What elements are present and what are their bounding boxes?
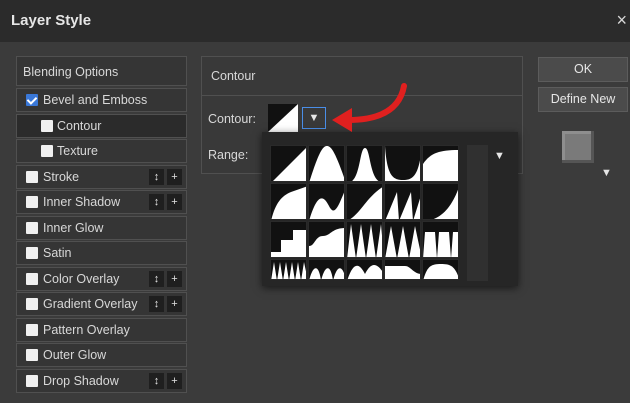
- group-title: Contour: [211, 69, 256, 83]
- picker-scrollbar[interactable]: [467, 145, 488, 281]
- style-item-satin[interactable]: Satin: [16, 241, 187, 265]
- style-checkbox[interactable]: [26, 298, 38, 310]
- contour-preset-notched[interactable]: [422, 221, 459, 258]
- title-bar: Layer Style ×: [0, 0, 630, 42]
- add-effect-button[interactable]: +: [167, 270, 182, 287]
- style-item-label: Blending Options: [23, 65, 119, 79]
- contour-preset-cone[interactable]: [308, 145, 345, 182]
- style-item-contour[interactable]: Contour: [16, 113, 187, 138]
- contour-swatch[interactable]: [268, 104, 298, 132]
- style-item-label: Pattern Overlay: [43, 322, 130, 337]
- add-effect-button[interactable]: +: [167, 372, 182, 389]
- style-item-label: Inner Glow: [43, 220, 104, 235]
- contour-preset-cove[interactable]: [422, 183, 459, 220]
- style-item-gradient-overlay[interactable]: Gradient Overlay ↕ +: [16, 292, 187, 316]
- contour-preset-wave[interactable]: [308, 183, 345, 220]
- add-effect-button[interactable]: +: [167, 296, 182, 312]
- reorder-icon[interactable]: ↕: [149, 296, 164, 312]
- reorder-icon[interactable]: ↕: [149, 270, 164, 287]
- style-preview-swatch: [562, 131, 594, 163]
- contour-preset-step[interactable]: [270, 221, 307, 258]
- style-checkbox[interactable]: [26, 221, 38, 234]
- picker-menu-icon[interactable]: ▼: [494, 150, 505, 162]
- contour-preset-spikes[interactable]: [346, 221, 383, 258]
- contour-preset-bump[interactable]: [308, 221, 345, 258]
- reorder-icon[interactable]: ↕: [149, 168, 164, 185]
- style-checkbox[interactable]: [26, 272, 38, 285]
- style-checkbox[interactable]: [26, 323, 38, 336]
- style-item-label: Gradient Overlay: [43, 297, 138, 311]
- reorder-icon[interactable]: ↕: [149, 194, 164, 210]
- style-checkbox[interactable]: [41, 119, 53, 132]
- style-checkbox[interactable]: [26, 94, 38, 106]
- contour-dropdown-button[interactable]: ▼: [302, 107, 326, 129]
- contour-picker-grid: [270, 145, 460, 280]
- style-item-color-overlay[interactable]: Color Overlay ↕ +: [16, 266, 187, 291]
- define-new-button[interactable]: Define New: [538, 87, 628, 112]
- style-item-label: Satin: [43, 246, 72, 260]
- contour-preset-scallop[interactable]: [308, 259, 345, 280]
- style-checkbox[interactable]: [41, 145, 53, 157]
- style-checkbox[interactable]: [26, 247, 38, 259]
- contour-preset-sawtooth[interactable]: [384, 183, 421, 220]
- contour-thumb-icon: [268, 104, 298, 132]
- style-item-inner-glow[interactable]: Inner Glow: [16, 215, 187, 240]
- contour-preset-ridges[interactable]: [384, 221, 421, 258]
- style-checkbox[interactable]: [26, 170, 38, 183]
- red-pointer-arrow-icon: [332, 83, 407, 132]
- style-item-texture[interactable]: Texture: [16, 139, 187, 163]
- style-checkbox[interactable]: [26, 196, 38, 208]
- contour-preset-rolling[interactable]: [346, 183, 383, 220]
- contour-preset-ring[interactable]: [422, 145, 459, 182]
- style-item-drop-shadow[interactable]: Drop Shadow ↕ +: [16, 368, 187, 393]
- contour-preset-comb[interactable]: [270, 259, 307, 280]
- style-item-inner-shadow[interactable]: Inner Shadow ↕ +: [16, 190, 187, 214]
- contour-preset-plateau[interactable]: [422, 259, 459, 280]
- contour-preset-ramp[interactable]: [270, 183, 307, 220]
- style-item-label: Bevel and Emboss: [43, 93, 148, 107]
- contour-picker-popup: ▼: [262, 132, 518, 286]
- preview-dropdown-icon[interactable]: ▼: [601, 167, 612, 179]
- reorder-icon[interactable]: ↕: [149, 372, 164, 389]
- style-item-label: Contour: [57, 118, 102, 133]
- style-item-label: Color Overlay: [43, 271, 120, 286]
- style-checkbox[interactable]: [26, 349, 38, 361]
- style-item-label: Texture: [57, 144, 98, 158]
- layer-style-dialog: Layer Style × Blending Options Bevel and …: [0, 0, 630, 403]
- contour-preset-waves[interactable]: [346, 259, 383, 280]
- style-item-bevel-and-emboss[interactable]: Bevel and Emboss: [16, 88, 187, 112]
- contour-preset-linear[interactable]: [270, 145, 307, 182]
- style-item-label: Inner Shadow: [43, 195, 121, 209]
- add-effect-button[interactable]: +: [167, 168, 182, 185]
- close-icon[interactable]: ×: [616, 10, 627, 31]
- add-effect-button[interactable]: +: [167, 194, 182, 210]
- style-item-label: Outer Glow: [43, 348, 107, 362]
- contour-preset-half-round[interactable]: [384, 145, 421, 182]
- style-checkbox[interactable]: [26, 374, 38, 387]
- contour-preset-gaussian[interactable]: [346, 145, 383, 182]
- contour-label: Contour:: [208, 112, 256, 126]
- style-item-outer-glow[interactable]: Outer Glow: [16, 343, 187, 367]
- ok-button[interactable]: OK: [538, 57, 628, 82]
- style-item-blending-options[interactable]: Blending Options: [16, 56, 187, 86]
- contour-preset-shelf[interactable]: [384, 259, 421, 280]
- dialog-title: Layer Style: [11, 12, 92, 29]
- style-item-stroke[interactable]: Stroke ↕ +: [16, 164, 187, 189]
- style-item-pattern-overlay[interactable]: Pattern Overlay: [16, 317, 187, 342]
- range-label: Range:: [208, 148, 249, 162]
- style-item-label: Stroke: [43, 169, 80, 184]
- styles-list: Blending Options Bevel and Emboss Contour T…: [16, 56, 187, 396]
- style-item-label: Drop Shadow: [43, 373, 119, 388]
